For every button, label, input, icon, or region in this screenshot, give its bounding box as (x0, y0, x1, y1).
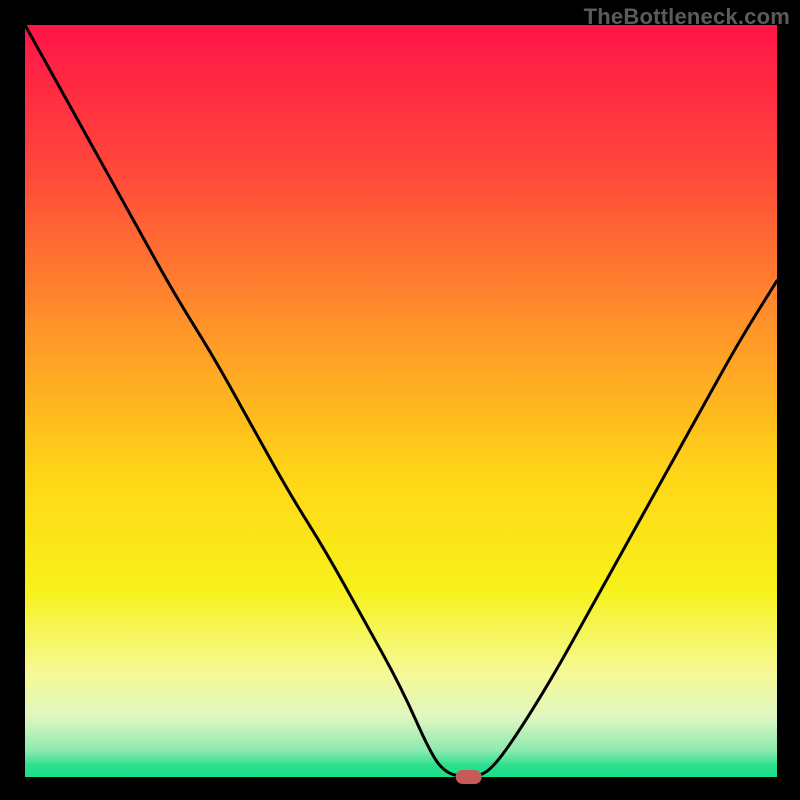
chart-svg (0, 0, 800, 800)
watermark-text: TheBottleneck.com (584, 4, 790, 30)
optimal-point-marker (456, 770, 482, 784)
chart-frame: TheBottleneck.com (0, 0, 800, 800)
plot-background (25, 25, 777, 777)
